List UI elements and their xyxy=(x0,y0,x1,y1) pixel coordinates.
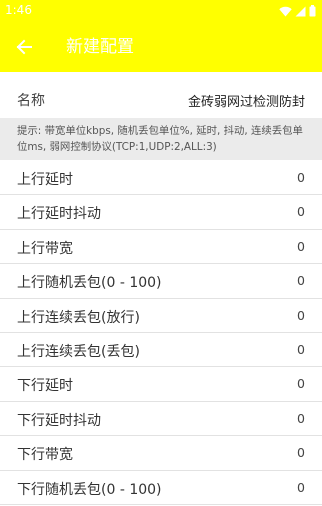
param-value-input[interactable]: 0 xyxy=(297,239,305,254)
status-time: 1:46 xyxy=(5,3,32,17)
param-row-uplink-bandwidth[interactable]: 上行带宽 0 xyxy=(0,230,322,265)
param-value-input[interactable]: 0 xyxy=(297,411,305,426)
app-bar: 新建配置 xyxy=(0,22,322,72)
wifi-icon xyxy=(279,6,292,16)
status-icons xyxy=(279,4,316,18)
param-row-downlink-bandwidth[interactable]: 下行带宽 0 xyxy=(0,436,322,471)
param-row-uplink-burst-drop[interactable]: 上行连续丢包(丢包) 0 xyxy=(0,333,322,368)
param-row-uplink-delay[interactable]: 上行延时 0 xyxy=(0,161,322,196)
page-title: 新建配置 xyxy=(66,37,134,57)
param-label: 上行带宽 xyxy=(17,240,73,257)
param-label: 下行延时抖动 xyxy=(17,412,101,429)
param-label: 下行延时 xyxy=(17,378,73,395)
param-row-uplink-random-loss[interactable]: 上行随机丢包(0 - 100) 0 xyxy=(0,264,322,299)
param-value-input[interactable]: 0 xyxy=(297,204,305,219)
param-value-input[interactable]: 0 xyxy=(297,308,305,323)
back-button[interactable] xyxy=(12,35,36,59)
param-row-downlink-jitter[interactable]: 下行延时抖动 0 xyxy=(0,402,322,437)
param-value-input[interactable]: 0 xyxy=(297,376,305,391)
param-row-uplink-jitter[interactable]: 上行延时抖动 0 xyxy=(0,195,322,230)
name-input[interactable]: 金砖弱网过检测防封 xyxy=(188,91,305,110)
param-label: 下行带宽 xyxy=(17,447,73,464)
name-field-row[interactable]: 名称 金砖弱网过检测防封 xyxy=(0,84,322,116)
signal-icon xyxy=(295,6,306,16)
param-label: 上行连续丢包(放行) xyxy=(17,309,140,326)
param-list: 上行延时 0 上行延时抖动 0 上行带宽 0 上行随机丢包(0 - 100) 0… xyxy=(0,161,322,505)
arrow-left-icon xyxy=(16,39,32,55)
param-label: 上行延时 xyxy=(17,172,73,188)
param-row-uplink-burst-pass[interactable]: 上行连续丢包(放行) 0 xyxy=(0,299,322,333)
status-bar: 1:46 xyxy=(0,0,322,22)
param-value-input[interactable]: 0 xyxy=(297,342,305,357)
param-value-input[interactable]: 0 xyxy=(297,273,305,288)
hint-text: 提示: 带宽单位kbps, 随机丢包单位%, 延时, 抖动, 连续丢包单位ms,… xyxy=(0,118,322,160)
param-value-input[interactable]: 0 xyxy=(297,170,305,185)
param-value-input[interactable]: 0 xyxy=(297,480,305,495)
param-row-downlink-random-loss[interactable]: 下行随机丢包(0 - 100) 0 xyxy=(0,471,322,505)
battery-icon xyxy=(309,5,316,17)
param-row-downlink-delay[interactable]: 下行延时 0 xyxy=(0,367,322,402)
param-value-input[interactable]: 0 xyxy=(297,445,305,460)
param-label: 下行随机丢包(0 - 100) xyxy=(17,481,162,498)
param-label: 上行连续丢包(丢包) xyxy=(17,343,140,360)
param-label: 上行随机丢包(0 - 100) xyxy=(17,275,162,292)
name-label: 名称 xyxy=(17,93,45,109)
param-label: 上行延时抖动 xyxy=(17,206,101,223)
